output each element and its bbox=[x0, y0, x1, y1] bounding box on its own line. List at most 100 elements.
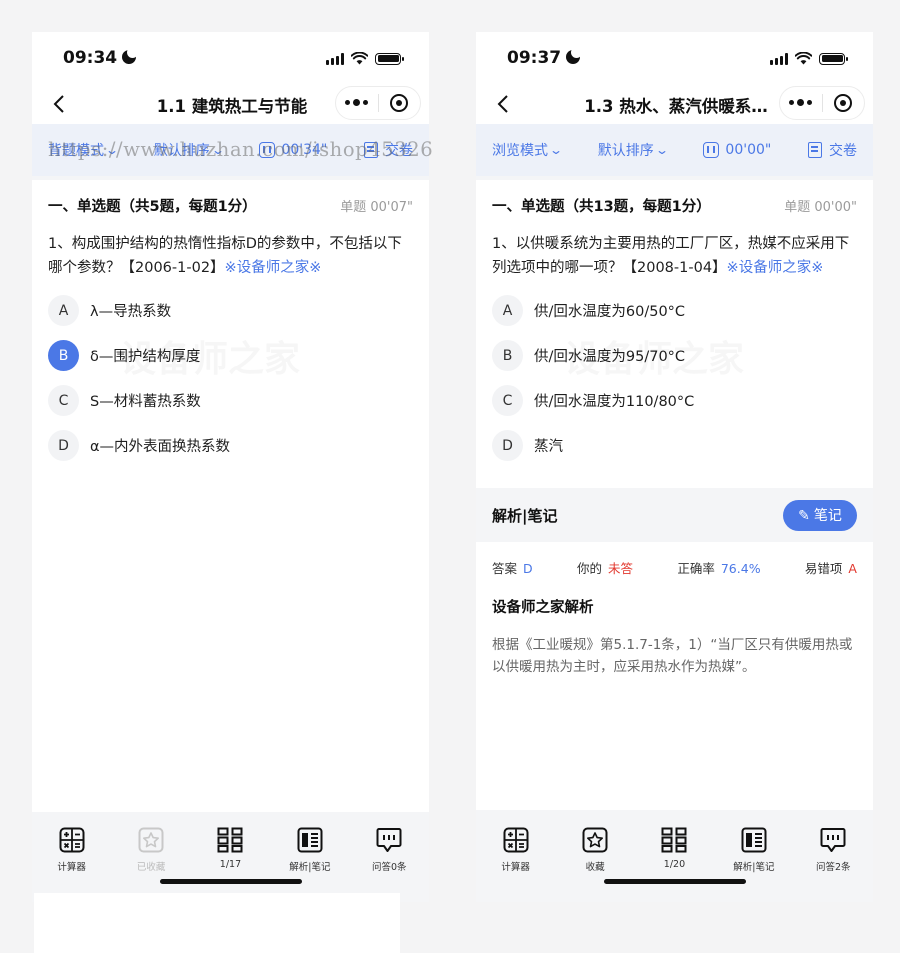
options-list: A 供/回水温度为60/50°C B 供/回水温度为95/70°C C 供/回水温度为… bbox=[492, 288, 857, 468]
status-time: 09:34 bbox=[63, 48, 118, 68]
analysis-label: 解析|笔记 bbox=[492, 506, 558, 525]
chevron-down-icon: ⌄ bbox=[210, 143, 225, 157]
status-bar: 09:34 bbox=[32, 32, 429, 84]
analysis-note-button[interactable]: 解析|笔记 bbox=[724, 827, 784, 902]
answer-stats: 答案 D 你的 未答 正确率 76.4% 易错项 A bbox=[492, 560, 857, 576]
battery-icon bbox=[375, 52, 404, 65]
grid-icon bbox=[217, 827, 243, 853]
submit-icon bbox=[363, 142, 378, 158]
option-b[interactable]: B 供/回水温度为95/70°C bbox=[492, 333, 857, 378]
sort-dropdown[interactable]: 默认排序 ⌄ bbox=[154, 140, 225, 160]
accuracy-rate: 76.4% bbox=[720, 560, 761, 576]
home-indicator bbox=[604, 879, 746, 884]
calculator-icon bbox=[503, 827, 529, 853]
star-icon bbox=[138, 827, 164, 853]
favorite-button[interactable]: 收藏 bbox=[565, 827, 625, 902]
correct-answer: D bbox=[523, 560, 533, 576]
quiz-toolbar: 背题模式 ⌄ 默认排序 ⌄ 00'34" 交卷 bbox=[32, 124, 429, 176]
chevron-down-icon: ⌄ bbox=[104, 143, 120, 157]
option-a[interactable]: A 供/回水温度为60/50°C bbox=[492, 288, 857, 333]
option-a[interactable]: Aλ—导热系数 bbox=[48, 288, 413, 333]
timer-button[interactable]: 00'34" bbox=[259, 142, 327, 158]
submit-icon bbox=[807, 142, 822, 158]
nav-bar: 1.1 建筑热工与节能 bbox=[32, 84, 429, 124]
submit-button[interactable]: 交卷 bbox=[363, 140, 413, 160]
back-arrow-icon[interactable] bbox=[494, 94, 514, 114]
calculator-button[interactable]: 计算器 bbox=[486, 827, 546, 902]
signal-icon bbox=[326, 52, 344, 65]
pause-icon bbox=[259, 142, 276, 158]
wifi-icon bbox=[351, 52, 368, 65]
question-text: 1、构成围护结构的热惰性指标D的参数中，不包括以下哪个参数？【2006-1-02… bbox=[48, 236, 402, 276]
explanation-text: 根据《工业暖规》第5.1.7-1条，1）“当厂区只有供暖用热或以供暖用热为主时，… bbox=[492, 637, 853, 675]
timer-button[interactable]: 00'00" bbox=[703, 142, 771, 158]
question-timer: 单题 00'07" bbox=[340, 199, 413, 215]
options-list: Aλ—导热系数 Bδ—围护结构厚度 C S—材料蓄热系数 Dα—内外表面换热系数 bbox=[48, 288, 413, 468]
wifi-icon bbox=[795, 52, 812, 65]
option-d[interactable]: Dα—内外表面换热系数 bbox=[48, 423, 413, 468]
note-button[interactable]: ✎ 笔记 bbox=[783, 499, 857, 531]
qa-button[interactable]: 问答2条 bbox=[803, 827, 863, 902]
option-d[interactable]: D 蒸汽 bbox=[492, 423, 857, 468]
sort-dropdown[interactable]: 默认排序 ⌄ bbox=[598, 140, 669, 160]
page-title: 1.1 建筑热工与节能 bbox=[156, 97, 308, 116]
status-bar: 09:37 bbox=[476, 32, 873, 84]
page-title: 1.3 热水、蒸汽供暖系… bbox=[584, 97, 768, 116]
option-b[interactable]: Bδ—围护结构厚度 bbox=[48, 333, 413, 378]
section-title: 一、单选题（共5题，每题1分） bbox=[48, 198, 257, 215]
question-text: 1、以供暖系统为主要用热的工厂厂区，热媒不应采用下列选项中的哪一项？【2008-… bbox=[492, 236, 850, 276]
signal-icon bbox=[770, 52, 788, 65]
analysis-icon bbox=[297, 827, 323, 853]
chat-icon bbox=[376, 828, 402, 852]
source-tag: ※设备师之家※ bbox=[726, 260, 824, 276]
option-c[interactable]: C 供/回水温度为110/80°C bbox=[492, 378, 857, 423]
submit-button[interactable]: 交卷 bbox=[807, 140, 857, 160]
grid-icon bbox=[661, 827, 687, 853]
bottom-bar: 计算器 收藏 1/20 解析|笔记 问答2条 bbox=[476, 812, 873, 902]
bottom-bar: 计算器 已收藏 1/17 解析|笔记 问答0条 bbox=[32, 812, 429, 902]
more-icon[interactable] bbox=[780, 99, 822, 106]
analysis-note-button[interactable]: 解析|笔记 bbox=[280, 827, 340, 902]
favorite-button[interactable]: 已收藏 bbox=[121, 827, 181, 902]
question-timer: 单题 00'00" bbox=[784, 199, 857, 215]
battery-icon bbox=[819, 52, 848, 65]
phone-screen-right: 09:37 1.3 热水、蒸汽供暖系… 浏览模式 ⌄ 默认排序 ⌄ 00'00" 交… bbox=[476, 32, 873, 902]
moon-icon bbox=[566, 47, 583, 64]
mini-program-capsule bbox=[779, 86, 865, 120]
close-target-icon[interactable] bbox=[823, 94, 865, 112]
close-target-icon[interactable] bbox=[379, 94, 421, 112]
moon-icon bbox=[122, 47, 139, 64]
star-icon bbox=[582, 827, 608, 853]
question-panel: 一、单选题（共13题，每题1分） 单题 00'00" 1、以供暖系统为主要用热的… bbox=[476, 180, 873, 488]
question-panel: 一、单选题（共5题，每题1分） 单题 00'07" 1、构成围护结构的热惰性指标… bbox=[32, 180, 429, 812]
quiz-toolbar: 浏览模式 ⌄ 默认排序 ⌄ 00'00" 交卷 bbox=[476, 124, 873, 176]
source-tag: ※设备师之家※ bbox=[224, 260, 322, 276]
nav-bar: 1.3 热水、蒸汽供暖系… bbox=[476, 84, 873, 124]
calculator-icon bbox=[59, 827, 85, 853]
status-time: 09:37 bbox=[507, 48, 562, 68]
mode-dropdown[interactable]: 浏览模式 ⌄ bbox=[492, 140, 564, 160]
progress-button[interactable]: 1/20 bbox=[644, 827, 704, 902]
phone-screen-left: 09:34 1.1 建筑热工与节能 背题模式 ⌄ 默认排序 ⌄ 00'34" 交卷 … bbox=[32, 32, 429, 902]
chevron-down-icon: ⌄ bbox=[548, 143, 564, 157]
analysis-header: 解析|笔记 ✎ 笔记 bbox=[476, 488, 873, 542]
mini-program-capsule bbox=[335, 86, 421, 120]
common-wrong-option: A bbox=[848, 560, 857, 576]
section-title: 一、单选题（共13题，每题1分） bbox=[492, 198, 711, 215]
chat-icon bbox=[820, 828, 846, 852]
analysis-icon bbox=[741, 827, 767, 853]
your-answer: 未答 bbox=[608, 560, 634, 576]
pencil-icon: ✎ bbox=[798, 506, 810, 523]
progress-button[interactable]: 1/17 bbox=[200, 827, 260, 902]
pause-icon bbox=[703, 142, 720, 158]
option-c[interactable]: C S—材料蓄热系数 bbox=[48, 378, 413, 423]
more-icon[interactable] bbox=[336, 99, 378, 106]
mode-dropdown[interactable]: 背题模式 ⌄ bbox=[48, 140, 120, 160]
back-arrow-icon[interactable] bbox=[50, 94, 70, 114]
chevron-down-icon: ⌄ bbox=[654, 143, 669, 157]
blank-card bbox=[34, 893, 400, 953]
qa-button[interactable]: 问答0条 bbox=[359, 827, 419, 902]
calculator-button[interactable]: 计算器 bbox=[42, 827, 102, 902]
home-indicator bbox=[160, 879, 302, 884]
answer-panel: 答案 D 你的 未答 正确率 76.4% 易错项 A 设备师之家解析 根据《工业暖规》第… bbox=[476, 542, 873, 810]
